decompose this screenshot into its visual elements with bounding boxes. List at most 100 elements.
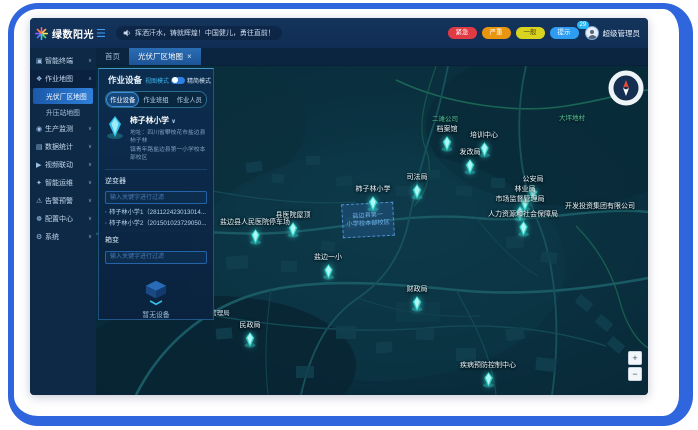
panel-title: 作业设备: [108, 74, 142, 86]
station-selector: 柿子林小学 ∨ 地址：四川省攀枝花市盐边县柿子林 镇青年路盐边县第一小学校本部校…: [105, 115, 207, 170]
sidebar-item-label: 配置中心: [45, 214, 88, 224]
map-marker-pin-icon: [441, 135, 454, 152]
map-marker-pin-icon: [244, 331, 257, 348]
collapse-menu-icon[interactable]: ☰: [96, 27, 106, 40]
zoom-out-button[interactable]: −: [628, 367, 642, 381]
logo-star-icon: [35, 27, 48, 40]
close-icon[interactable]: ×: [187, 52, 192, 61]
alarm-badge[interactable]: 紧急: [448, 27, 477, 40]
map-marker[interactable]: 盐边县人民医院停车场: [220, 217, 290, 245]
map-marker-pin-icon: [517, 220, 530, 237]
alarm-badge[interactable]: 严重: [482, 27, 511, 40]
map-marker[interactable]: 财政局: [407, 284, 428, 312]
map-marker-pin-icon: [367, 195, 380, 212]
sidebar-item-label: 视频联动: [45, 160, 88, 170]
transformer-filter-input[interactable]: [105, 251, 207, 264]
sidebar-item[interactable]: 光伏厂区地图: [33, 88, 93, 104]
sidebar-item[interactable]: ❖ 作业地图 ∧: [30, 70, 96, 88]
map-marker[interactable]: 司法局: [407, 172, 428, 200]
sidebar-item[interactable]: ◉ 生产监测 ∨: [30, 120, 96, 138]
map-marker-label: 开发投资集团有限公司: [565, 201, 635, 211]
panel-subtab[interactable]: 作业班组: [139, 92, 172, 107]
map-marker-pin-icon: [482, 371, 495, 388]
map-marker-label: 民政局: [240, 320, 261, 330]
tab-pv-map-label: 光伏厂区地图: [138, 51, 183, 62]
map-marker-label: 疾病预防控制中心: [460, 360, 516, 370]
sidebar-item[interactable]: ✦ 智能运维 ∨: [30, 174, 96, 192]
zoom-in-button[interactable]: +: [628, 351, 642, 365]
chevron-icon: ∨: [88, 58, 92, 64]
panel-subtab[interactable]: 作业设备: [106, 92, 139, 107]
sidebar-item-icon: ◉: [36, 125, 45, 133]
map-area-label: 大坪地村: [559, 112, 585, 122]
sidebar-item-icon: ✦: [36, 179, 45, 187]
sidebar-item[interactable]: ▤ 数据统计 ∨: [30, 138, 96, 156]
sidebar-item-icon: ▶: [36, 161, 45, 169]
chevron-icon: ∨: [88, 180, 92, 186]
chevron-down-icon: ∨: [171, 119, 176, 125]
sidebar-item[interactable]: ⚠ 告警预警 ∨: [30, 192, 96, 210]
simple-mode-label[interactable]: 精简模式: [187, 76, 211, 85]
work-device-panel: 作业设备 视图模式 精简模式 作业设备 作业班组 作业人员: [98, 68, 214, 320]
map-marker[interactable]: 疾病预防控制中心: [460, 360, 516, 388]
map-marker[interactable]: 民政局: [240, 320, 261, 348]
sidebar-item[interactable]: ⚙ 系统 ∨: [30, 228, 96, 246]
map-marker-pin-icon: [249, 228, 262, 245]
map-marker-pin-icon: [411, 295, 424, 312]
map-marker-label: 林业局: [515, 184, 536, 194]
sidebar-item-label: 数据统计: [45, 142, 88, 152]
empty-state: 暂无设备: [105, 274, 207, 319]
map-marker-pin-icon: [322, 263, 335, 280]
sidebar-item[interactable]: ▣ 智能终端 ∨: [30, 52, 96, 70]
sidebar-item-label: 智能运维: [45, 178, 88, 188]
inverter-list-item[interactable]: 柿子林小学1（281122423013014...: [105, 207, 207, 218]
page-background: 绿数阳光 ☰ 挥洒汗水，铸就辉煌！中国健儿，勇往直前！ 紧急 严重 一般: [0, 0, 698, 430]
mode-toggle-switch[interactable]: [171, 77, 185, 84]
alarm-badges: 紧急 严重 一般 提示: [448, 27, 579, 40]
alarm-badge[interactable]: 一般: [516, 27, 545, 40]
panel-subtab[interactable]: 作业人员: [173, 92, 206, 107]
view-mode-label[interactable]: 视图模式: [145, 76, 169, 85]
logo-text: 绿数阳光: [52, 26, 94, 41]
map-marker-label: 公安局: [523, 174, 544, 184]
alarm-badge[interactable]: 提示: [550, 27, 579, 40]
user-area[interactable]: 29 超级管理员: [585, 26, 641, 40]
map-marker[interactable]: 开发投资集团有限公司: [565, 201, 635, 212]
mode-toggle-group: 视图模式 精简模式: [145, 76, 211, 85]
sidebar-item[interactable]: ☸ 配置中心 ∨: [30, 210, 96, 228]
panel-title-accent: [104, 76, 107, 84]
map-marker-label: 市场监督管理局: [496, 194, 545, 204]
map-marker-label: 财政局: [407, 284, 428, 294]
sidebar-item-label: 升压站地图: [46, 107, 80, 117]
sidebar-item-icon: ☸: [36, 215, 45, 223]
sidebar-item-icon: ❖: [36, 75, 45, 83]
sidebar-item-label: 智能终端: [45, 56, 88, 66]
sidebar-item[interactable]: ▶ 视频联动 ∨: [30, 156, 96, 174]
inverter-list: 柿子林小学1（281122423013014... 柿子林小学2（2015010…: [105, 207, 207, 229]
tab-home[interactable]: 首页: [96, 48, 129, 65]
chevron-icon: ∨: [88, 234, 92, 240]
sidebar-item-icon: ⚙: [36, 233, 45, 241]
map-marker-label: 司法局: [407, 172, 428, 182]
transformer-section-label: 箱变: [105, 235, 207, 245]
avatar[interactable]: [585, 26, 599, 40]
chevron-icon: ∨: [88, 144, 92, 150]
map-marker[interactable]: 柿子林小学: [356, 184, 391, 212]
map-marker[interactable]: 发改局: [460, 147, 481, 175]
station-dropdown[interactable]: 柿子林小学 ∨: [130, 115, 207, 126]
announcement-bar: 挥洒汗水，铸就辉煌！中国健儿，勇往直前！: [116, 26, 282, 40]
inverter-filter-input[interactable]: [105, 191, 207, 204]
map-marker[interactable]: 档案馆: [437, 124, 458, 152]
sidebar-item-label: 光伏厂区地图: [46, 91, 87, 101]
tab-pv-map[interactable]: 光伏厂区地图 ×: [129, 48, 201, 65]
map-marker[interactable]: 人力资源和社会保障局: [488, 209, 558, 237]
compass-widget[interactable]: [608, 70, 644, 106]
map-area-label: 二滩公司: [432, 113, 458, 123]
map-marker[interactable]: 盐边一小: [314, 252, 342, 280]
user-role-label: 超级管理员: [603, 28, 641, 39]
station-name: 柿子林小学: [130, 116, 169, 125]
sidebar-item[interactable]: 升压站地图: [30, 104, 96, 120]
inverter-list-item[interactable]: 柿子林小学2（201501023729050...: [105, 218, 207, 229]
sidebar-item-icon: ▤: [36, 143, 45, 151]
chevron-icon: ∧: [88, 76, 92, 82]
